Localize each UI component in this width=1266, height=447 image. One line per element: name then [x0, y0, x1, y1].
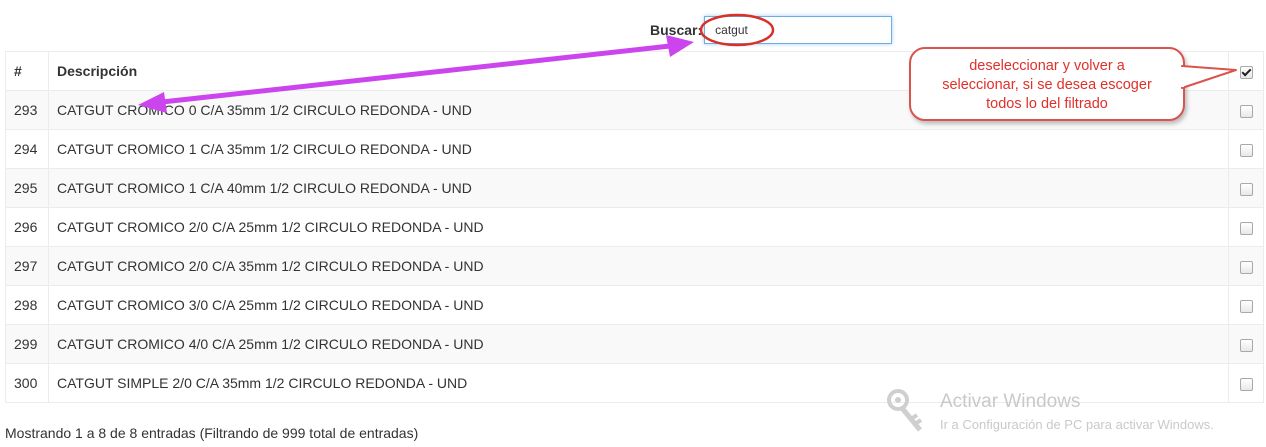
row-select-cell	[1228, 363, 1264, 403]
watermark-subtitle: Ir a Configuración de PC para activar Wi…	[940, 417, 1214, 432]
row-select-cell	[1228, 90, 1264, 130]
callout-line-2: seleccionar, si se desea escoger	[942, 77, 1152, 93]
row-select-cell	[1228, 324, 1264, 364]
select-all-checkbox[interactable]	[1239, 65, 1253, 79]
watermark-title: Activar Windows	[940, 391, 1081, 412]
callout-line-3: todos lo del filtrado	[986, 96, 1108, 112]
row-description: CATGUT CROMICO 2/0 C/A 25mm 1/2 CIRCULO …	[48, 207, 1229, 247]
row-number: 299	[5, 324, 49, 364]
row-number: 294	[5, 129, 49, 169]
row-checkbox[interactable]	[1239, 182, 1253, 196]
select-all-cell	[1228, 51, 1264, 91]
row-number: 298	[5, 285, 49, 325]
table-row: 297 CATGUT CROMICO 2/0 C/A 35mm 1/2 CIRCU…	[5, 246, 1264, 286]
table-row: 298 CATGUT CROMICO 3/0 C/A 25mm 1/2 CIRCU…	[5, 285, 1264, 325]
row-checkbox[interactable]	[1239, 299, 1253, 313]
row-number: 295	[5, 168, 49, 208]
row-select-cell	[1228, 168, 1264, 208]
table-row: 296 CATGUT CROMICO 2/0 C/A 25mm 1/2 CIRCU…	[5, 207, 1264, 247]
row-number: 300	[5, 363, 49, 403]
row-select-cell	[1228, 285, 1264, 325]
search-bar: Buscar:	[650, 15, 893, 45]
row-description: CATGUT CROMICO 1 C/A 40mm 1/2 CIRCULO RE…	[48, 168, 1229, 208]
annotation-callout: deseleccionar y volver a seleccionar, si…	[909, 47, 1185, 121]
windows-activation-watermark: Activar Windows Ir a Configuración de PC…	[884, 388, 1214, 434]
column-header-number: #	[5, 51, 49, 91]
row-description: CATGUT CROMICO 3/0 C/A 25mm 1/2 CIRCULO …	[48, 285, 1229, 325]
row-description: CATGUT CROMICO 2/0 C/A 35mm 1/2 CIRCULO …	[48, 246, 1229, 286]
row-number: 296	[5, 207, 49, 247]
row-checkbox[interactable]	[1239, 104, 1253, 118]
table-row: 295 CATGUT CROMICO 1 C/A 40mm 1/2 CIRCULO…	[5, 168, 1264, 208]
row-checkbox[interactable]	[1239, 143, 1253, 157]
table-row: 294 CATGUT CROMICO 1 C/A 35mm 1/2 CIRCULO…	[5, 129, 1264, 169]
row-checkbox[interactable]	[1239, 377, 1253, 391]
row-description: CATGUT CROMICO 1 C/A 35mm 1/2 CIRCULO RE…	[48, 129, 1229, 169]
row-checkbox[interactable]	[1239, 221, 1253, 235]
callout-line-1: deseleccionar y volver a	[969, 58, 1125, 74]
search-input[interactable]	[704, 16, 893, 44]
row-checkbox[interactable]	[1239, 260, 1253, 274]
row-description: CATGUT CROMICO 4/0 C/A 25mm 1/2 CIRCULO …	[48, 324, 1229, 364]
row-number: 297	[5, 246, 49, 286]
table-row: 299 CATGUT CROMICO 4/0 C/A 25mm 1/2 CIRCU…	[5, 324, 1264, 364]
row-select-cell	[1228, 207, 1264, 247]
row-select-cell	[1228, 246, 1264, 286]
table-info: Mostrando 1 a 8 de 8 entradas (Filtrando…	[5, 425, 419, 441]
search-label: Buscar:	[650, 22, 703, 38]
row-number: 293	[5, 90, 49, 130]
row-checkbox[interactable]	[1239, 338, 1253, 352]
row-select-cell	[1228, 129, 1264, 169]
key-icon	[887, 389, 923, 432]
